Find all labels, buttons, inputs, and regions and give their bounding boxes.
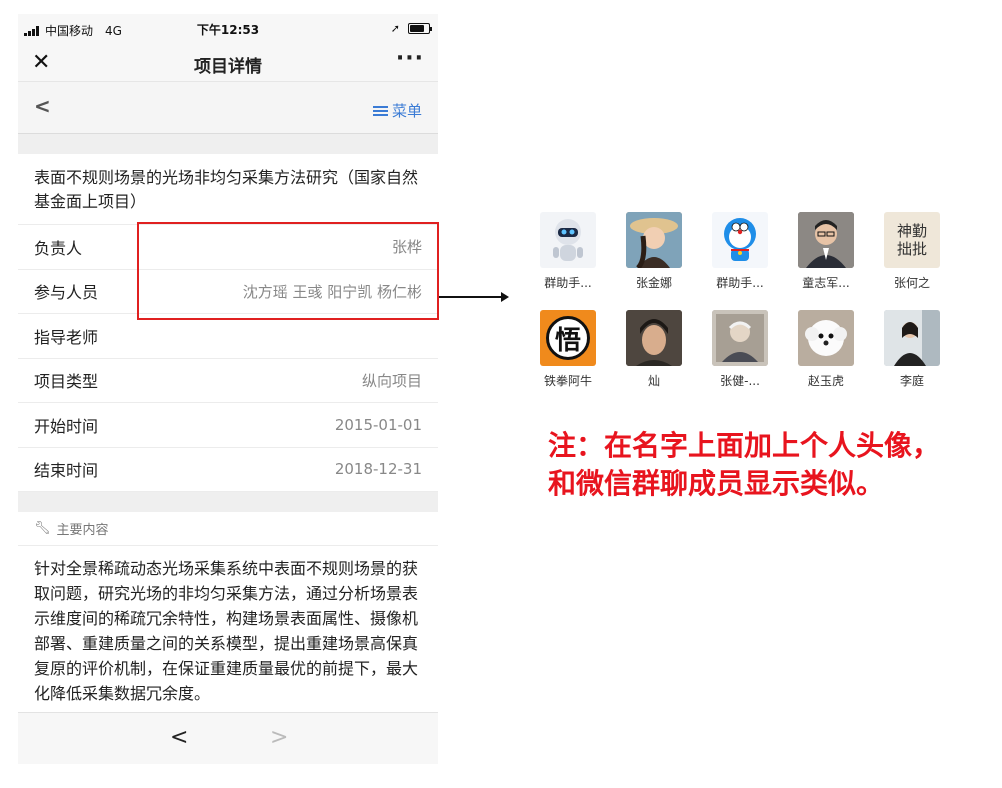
member-name: 群助手...: [716, 276, 764, 290]
member-item[interactable]: 赵玉虎: [790, 310, 862, 389]
member-item[interactable]: 悟 铁拳阿牛: [532, 310, 604, 389]
row-advisor[interactable]: 指导老师: [18, 314, 438, 359]
member-item[interactable]: 李庭: [876, 310, 948, 389]
calligraphy-avatar-icon: 神勤 拙批: [884, 212, 940, 268]
battery-fill: [410, 25, 424, 32]
robot-avatar-icon: [540, 212, 596, 268]
battery-icon: [408, 23, 432, 34]
menu-label: 菜单: [391, 102, 422, 120]
navigation-bar: ✕ 项目详情 ···: [18, 44, 438, 82]
sub-navigation-bar: < 菜单: [18, 82, 438, 134]
member-item[interactable]: 群助手...: [704, 212, 776, 291]
member-name: 张健-...: [720, 374, 760, 388]
back-chevron-icon[interactable]: <: [34, 94, 51, 118]
wu-kanji-text: 悟: [554, 325, 581, 356]
menu-button[interactable]: 菜单: [372, 100, 422, 121]
elder-portrait-avatar-icon: [712, 310, 768, 366]
status-time: 下午12:53: [196, 23, 260, 37]
woman-hat-avatar-icon: [626, 212, 682, 268]
member-item[interactable]: 张健-...: [704, 310, 776, 389]
row-label: 参与人员: [34, 283, 99, 303]
row-start-time[interactable]: 开始时间 2015-01-01: [18, 403, 438, 448]
location-icon: ➚: [390, 22, 400, 35]
phone-screen: 中国移动 4G 下午12:53 ➚ ✕ 项目详情 ··· < 菜单 表面不规则场…: [18, 14, 438, 764]
white-dog-avatar-icon: [798, 310, 854, 366]
member-name: 张何之: [893, 276, 930, 290]
note-line-1: 注：在名字上面加上个人头像，: [548, 429, 941, 462]
annotation-note: 注：在名字上面加上个人头像， 和微信群聊成员显示类似。: [548, 427, 940, 503]
member-item[interactable]: 灿: [618, 310, 690, 389]
wrench-icon: 🔧︎: [34, 521, 51, 536]
more-icon[interactable]: ···: [396, 46, 424, 71]
member-name: 张金娜: [635, 276, 672, 290]
section-header: 🔧︎ 主要内容: [18, 512, 438, 546]
row-label: 项目类型: [34, 372, 99, 392]
member-name: 群助手...: [544, 276, 592, 290]
row-value: 2018-12-31: [334, 460, 422, 479]
section-gap: [18, 492, 438, 512]
highlight-box: [137, 222, 439, 320]
row-value: 2015-01-01: [334, 415, 422, 434]
member-name: 赵玉虎: [807, 374, 844, 388]
prev-page-icon[interactable]: <: [170, 725, 188, 750]
member-name: 铁拳阿牛: [543, 374, 592, 388]
arrow-annotation: [439, 292, 509, 302]
row-label: 指导老师: [34, 327, 99, 347]
member-item[interactable]: 神勤 拙批 张何之: [876, 212, 948, 291]
bottom-toolbar: < >: [18, 712, 438, 764]
section-gap: [18, 134, 438, 154]
woman-office-avatar-icon: [884, 310, 940, 366]
project-content: 针对全景稀疏动态光场采集系统中表面不规则场景的获取问题，研究光场的非均匀采集方法…: [34, 559, 419, 703]
row-label: 开始时间: [34, 416, 99, 436]
member-item[interactable]: 张金娜: [618, 212, 690, 291]
member-item[interactable]: 群助手...: [532, 212, 604, 291]
next-page-icon[interactable]: >: [270, 725, 288, 750]
member-name: 李庭: [899, 374, 924, 388]
status-bar: 中国移动 4G 下午12:53 ➚: [18, 14, 438, 44]
row-label: 负责人: [34, 238, 83, 258]
row-end-time[interactable]: 结束时间 2018-12-31: [18, 448, 438, 492]
row-value: 纵向项目: [361, 371, 422, 390]
member-name: 灿: [647, 374, 660, 388]
row-label: 结束时间: [34, 461, 99, 481]
doraemon-avatar-icon: [712, 212, 768, 268]
man-glasses-avatar-icon: [798, 212, 854, 268]
member-name: 童志军...: [802, 276, 850, 290]
calligraphy-text: 神勤 拙批: [896, 222, 927, 258]
member-item[interactable]: 童志军...: [790, 212, 862, 291]
man-portrait-avatar-icon: [626, 310, 682, 366]
row-project-type[interactable]: 项目类型 纵向项目: [18, 359, 438, 403]
page-title: 项目详情: [194, 57, 262, 77]
list-icon: [372, 105, 388, 116]
wu-kanji-avatar-icon: 悟: [540, 310, 596, 366]
note-line-2: 和微信群聊成员显示类似。: [548, 467, 885, 500]
section-title: 主要内容: [56, 523, 109, 538]
project-title: 表面不规则场景的光场非均匀采集方法研究（国家自然基金面上项目）: [18, 154, 438, 225]
